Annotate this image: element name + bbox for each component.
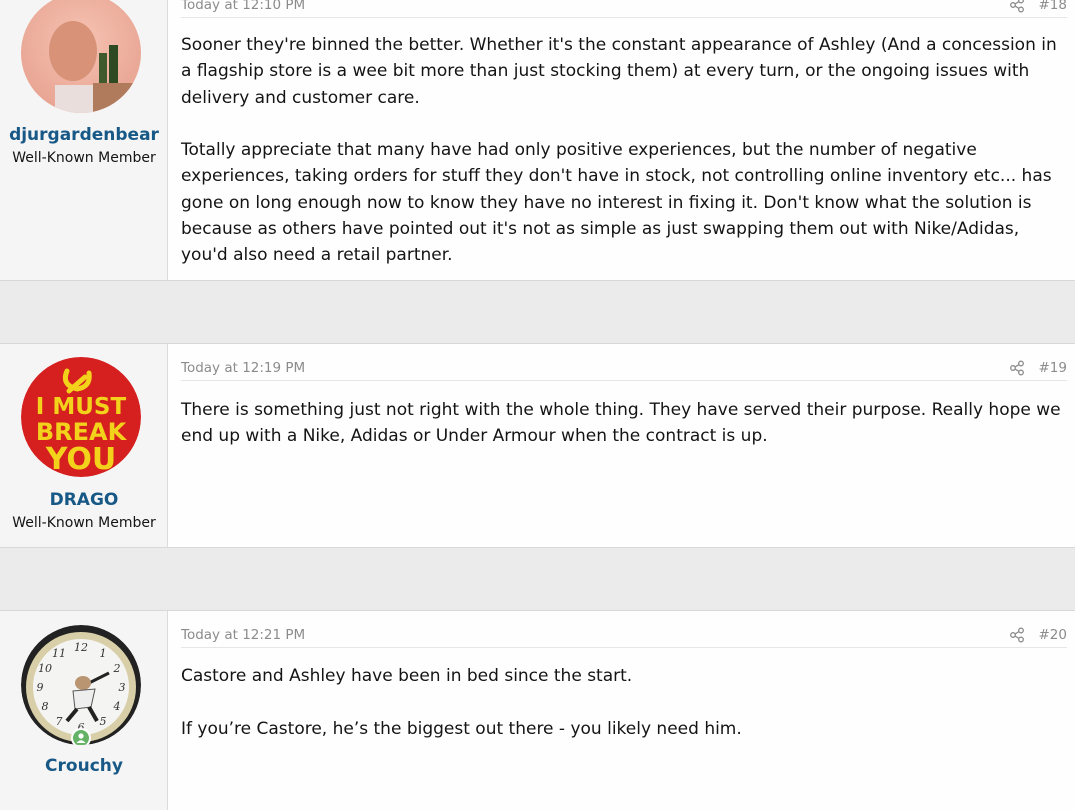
user-title: Well-Known Member <box>12 150 156 166</box>
avatar[interactable] <box>21 0 141 113</box>
user-title: Well-Known Member <box>12 515 156 531</box>
svg-text:4: 4 <box>113 700 121 713</box>
avatar-photo <box>21 0 141 113</box>
avatar-logo: I MUST BREAK YOU <box>21 357 141 477</box>
post-paragraph: If you’re Castore, he’s the biggest out … <box>181 718 742 739</box>
svg-text:11: 11 <box>52 647 66 660</box>
svg-text:8: 8 <box>42 700 49 713</box>
post-attribution: Today at 12:10 PM #18 <box>181 0 1067 18</box>
post-attribution: Today at 12:21 PM #20 <box>181 625 1067 648</box>
post-number-link[interactable]: #19 <box>1039 360 1068 376</box>
online-status-badge <box>71 728 91 745</box>
avatar[interactable]: 12 1 2 3 4 5 6 7 8 9 10 11 <box>21 625 141 745</box>
svg-text:7: 7 <box>56 715 63 728</box>
avatar-text-line3: YOU <box>45 442 117 477</box>
post-body: There is something just not right with t… <box>181 397 1067 450</box>
avatar-text-line1: I MUST <box>36 394 127 420</box>
username-link[interactable]: djurgardenbear <box>0 125 168 145</box>
message-cell: Today at 12:21 PM #20 Castore and Ashley… <box>168 611 1075 810</box>
avatar-clock: 12 1 2 3 4 5 6 7 8 9 10 11 <box>21 625 141 745</box>
message-cell: Today at 12:10 PM #18 Sooner they're bin… <box>168 0 1075 280</box>
post-paragraph: Totally appreciate that many have had on… <box>181 140 1052 266</box>
user-cell: djurgardenbear Well-Known Member <box>0 0 168 280</box>
post-number-link[interactable]: #20 <box>1039 627 1068 643</box>
share-icon[interactable] <box>1009 0 1025 13</box>
svg-text:1: 1 <box>100 647 107 660</box>
user-cell: I MUST BREAK YOU DRAGO Well-Known Member <box>0 344 168 547</box>
post-date[interactable]: Today at 12:10 PM <box>181 0 305 13</box>
post-number-link[interactable]: #18 <box>1039 0 1068 13</box>
post-body: Castore and Ashley have been in bed sinc… <box>181 663 1067 742</box>
post-date[interactable]: Today at 12:21 PM <box>181 627 305 643</box>
post-paragraph: Castore and Ashley have been in bed sinc… <box>181 666 633 686</box>
avatar[interactable]: I MUST BREAK YOU <box>21 357 141 477</box>
message-cell: Today at 12:19 PM #19 There is something… <box>168 344 1075 547</box>
post-19: I MUST BREAK YOU DRAGO Well-Known Member… <box>0 343 1075 548</box>
share-icon[interactable] <box>1009 627 1025 643</box>
username-link[interactable]: DRAGO <box>0 490 168 510</box>
post-paragraph: Sooner they're binned the better. Whethe… <box>181 35 1057 108</box>
user-cell: 12 1 2 3 4 5 6 7 8 9 10 11 <box>0 611 168 810</box>
post-20: 12 1 2 3 4 5 6 7 8 9 10 11 <box>0 610 1075 810</box>
svg-text:2: 2 <box>113 662 121 675</box>
svg-text:12: 12 <box>74 641 88 654</box>
post-18: djurgardenbear Well-Known Member Today a… <box>0 0 1075 281</box>
svg-text:3: 3 <box>119 681 126 694</box>
share-icon[interactable] <box>1009 360 1025 376</box>
username-link[interactable]: Crouchy <box>0 756 168 776</box>
post-attribution: Today at 12:19 PM #19 <box>181 358 1067 381</box>
svg-text:10: 10 <box>38 662 52 675</box>
online-user-icon <box>73 730 89 745</box>
post-date[interactable]: Today at 12:19 PM <box>181 360 305 376</box>
post-body: Sooner they're binned the better. Whethe… <box>181 32 1067 269</box>
post-paragraph: There is something just not right with t… <box>181 400 1061 447</box>
svg-text:9: 9 <box>37 681 44 694</box>
svg-text:5: 5 <box>100 715 107 728</box>
